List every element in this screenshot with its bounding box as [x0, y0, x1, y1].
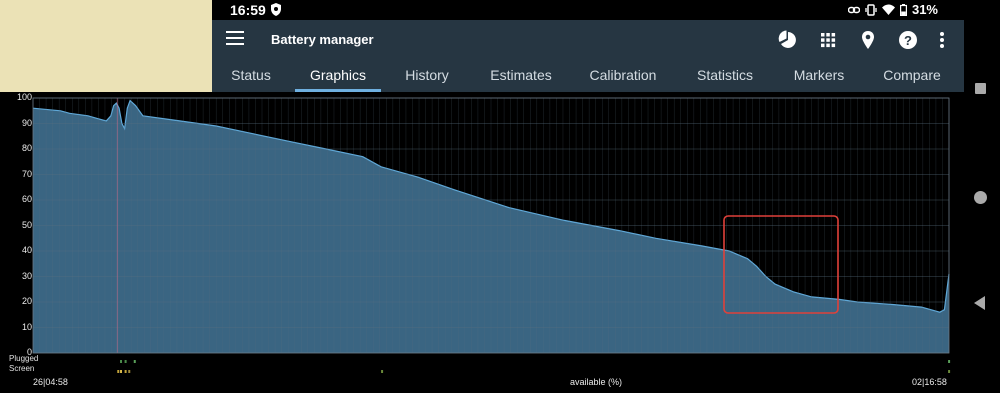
y-tick-label: 20 [21, 296, 32, 306]
app-title: Battery manager [271, 32, 374, 47]
pie-chart-icon[interactable] [778, 30, 798, 50]
app-bar: Battery manager ? [212, 20, 964, 60]
home-button[interactable] [974, 191, 987, 204]
y-tick-label: 100 [16, 92, 32, 102]
y-tick-label: 10 [21, 321, 32, 332]
state-mark [120, 360, 123, 363]
state-mark [117, 370, 120, 373]
state-mark [948, 370, 951, 373]
state-mark [948, 360, 951, 363]
y-tick-label: 60 [21, 194, 32, 204]
plugged-row-label: Plugged [9, 354, 39, 363]
tab-calibration[interactable]: Calibration [574, 60, 672, 92]
y-axis-title: available (%) [570, 377, 623, 387]
tab-graphics[interactable]: Graphics [295, 60, 381, 92]
status-bar: 16:59 31% [212, 0, 964, 20]
tab-status[interactable]: Status [212, 60, 290, 92]
overflow-menu-icon[interactable] [932, 30, 952, 50]
state-mark [124, 360, 127, 363]
svg-text:?: ? [904, 33, 912, 48]
y-tick-label: 80 [21, 143, 32, 153]
start-time-label: 26|04:58 [33, 377, 68, 387]
tab-estimates[interactable]: Estimates [474, 60, 568, 92]
status-icons: 31% [847, 2, 938, 17]
state-mark [124, 370, 127, 373]
battery-graph-panel[interactable]: 0 10 20 30 40 50 60 70 80 90 100 Plugged Screen 26… [9, 92, 964, 393]
vibrate-icon [865, 3, 877, 16]
y-tick-label: 90 [21, 117, 32, 128]
tab-bar: Status Graphics History Estimates Calibr… [212, 60, 964, 92]
corner-background [0, 0, 212, 92]
state-mark [133, 360, 136, 363]
back-button[interactable] [974, 296, 985, 310]
state-mark [128, 370, 131, 373]
battery-level-chart[interactable] [12, 92, 964, 393]
battery-icon [899, 3, 907, 16]
tab-history[interactable]: History [386, 60, 468, 92]
y-tick-label: 50 [21, 219, 32, 230]
recents-button[interactable] [975, 83, 986, 94]
state-mark [120, 370, 123, 373]
tab-compare[interactable]: Compare [868, 60, 956, 92]
screen-row-label: Screen [9, 364, 35, 373]
location-pin-icon[interactable] [858, 30, 878, 50]
y-tick-label: 30 [21, 270, 32, 281]
tab-statistics[interactable]: Statistics [679, 60, 771, 92]
battery-percent: 31% [911, 2, 938, 17]
help-icon[interactable]: ? [898, 30, 918, 50]
hamburger-menu-icon[interactable] [226, 31, 244, 47]
link-icon [847, 6, 860, 13]
tab-markers[interactable]: Markers [776, 60, 862, 92]
shield-icon [271, 3, 281, 16]
wifi-icon [881, 4, 895, 15]
state-mark [381, 370, 384, 373]
y-tick-label: 40 [21, 245, 32, 255]
status-time: 16:59 [230, 2, 266, 18]
navigation-bar [964, 0, 1000, 393]
y-tick-label: 70 [21, 168, 32, 179]
grid-icon[interactable] [818, 30, 838, 50]
end-time-label: 02|16:58 [912, 377, 947, 387]
